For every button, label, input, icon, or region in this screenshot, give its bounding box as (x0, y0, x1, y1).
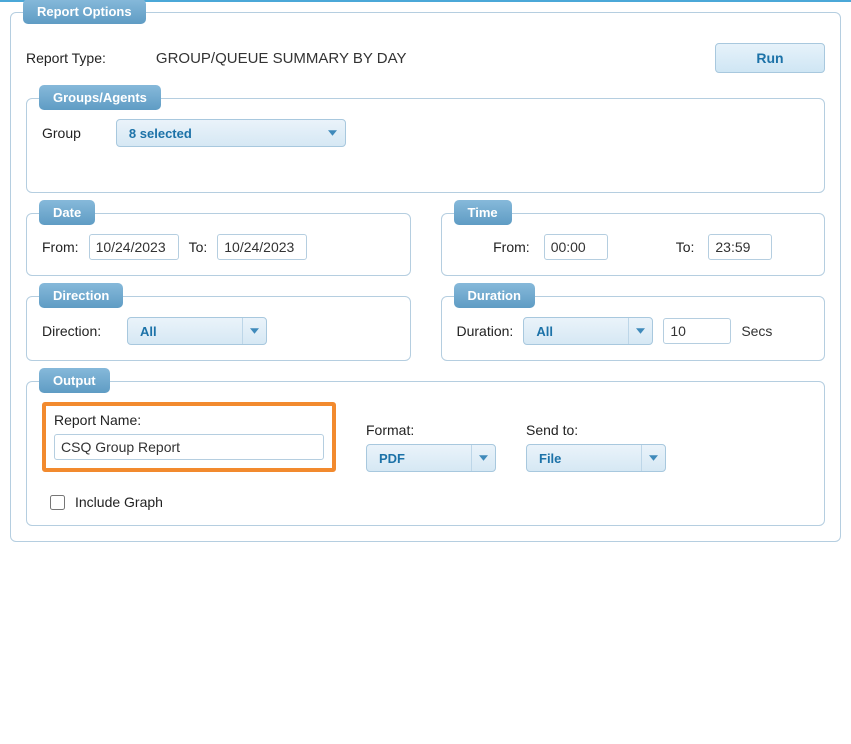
report-name-label: Report Name: (54, 412, 324, 428)
duration-panel: Duration Duration: All Secs (441, 296, 826, 361)
format-select[interactable]: PDF (366, 444, 496, 472)
report-name-input[interactable] (54, 434, 324, 460)
report-type-label: Report Type: (26, 50, 106, 66)
time-from-label: From: (493, 239, 530, 255)
time-from-input[interactable] (544, 234, 608, 260)
direction-label: Direction: (42, 323, 117, 339)
time-legend: Time (454, 200, 512, 225)
report-type-value: GROUP/QUEUE SUMMARY BY DAY (156, 50, 407, 67)
duration-select[interactable]: All (523, 317, 653, 345)
output-legend: Output (39, 368, 110, 393)
include-graph-checkbox[interactable] (50, 495, 65, 510)
duration-value-input[interactable] (663, 318, 731, 344)
group-select[interactable]: 8 selected (116, 119, 346, 147)
report-options-legend: Report Options (23, 0, 146, 24)
duration-select-value: All (524, 324, 628, 339)
date-from-input[interactable] (89, 234, 179, 260)
group-label: Group (42, 125, 81, 141)
group-select-value: 8 selected (117, 126, 321, 141)
groups-agents-legend: Groups/Agents (39, 85, 161, 110)
format-select-value: PDF (367, 451, 471, 466)
groups-agents-panel: Groups/Agents Group 8 selected (26, 98, 825, 193)
chevron-down-icon (628, 318, 652, 344)
direction-panel: Direction Direction: All (26, 296, 411, 361)
duration-legend: Duration (454, 283, 535, 308)
direction-select[interactable]: All (127, 317, 267, 345)
send-to-select[interactable]: File (526, 444, 666, 472)
date-from-label: From: (42, 239, 79, 255)
report-options-panel: Report Options Report Type: GROUP/QUEUE … (10, 12, 841, 542)
time-to-label: To: (676, 239, 695, 255)
format-label: Format: (366, 422, 496, 438)
send-to-select-value: File (527, 451, 641, 466)
date-legend: Date (39, 200, 95, 225)
chevron-down-icon (641, 445, 665, 471)
date-panel: Date From: To: (26, 213, 411, 276)
direction-legend: Direction (39, 283, 123, 308)
date-to-label: To: (189, 239, 208, 255)
direction-select-value: All (128, 324, 242, 339)
time-panel: Time From: To: (441, 213, 826, 276)
time-to-input[interactable] (708, 234, 772, 260)
chevron-down-icon (242, 318, 266, 344)
send-to-label: Send to: (526, 422, 666, 438)
run-button[interactable]: Run (715, 43, 825, 73)
report-name-highlight: Report Name: (42, 402, 336, 472)
chevron-down-icon (321, 120, 345, 146)
include-graph-label: Include Graph (75, 494, 163, 510)
report-type-row: Report Type: GROUP/QUEUE SUMMARY BY DAY … (26, 43, 825, 73)
duration-label: Duration: (457, 323, 514, 339)
output-panel: Output Report Name: Format: PDF Send to: (26, 381, 825, 526)
date-to-input[interactable] (217, 234, 307, 260)
secs-label: Secs (741, 323, 772, 339)
chevron-down-icon (471, 445, 495, 471)
